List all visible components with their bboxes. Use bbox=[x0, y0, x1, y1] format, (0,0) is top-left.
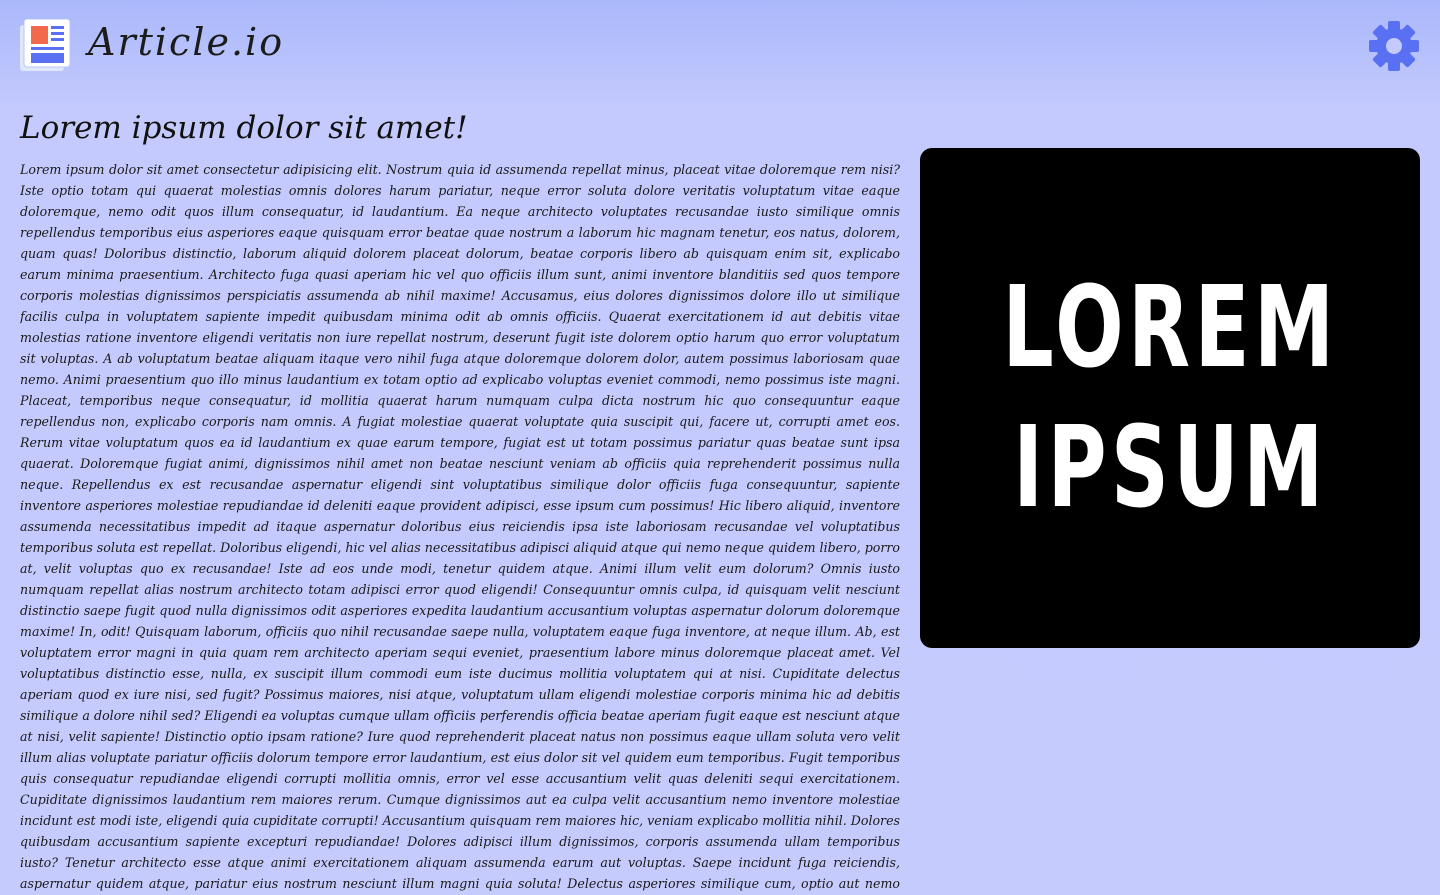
article-body: Lorem ipsum dolor sit amet consectetur a… bbox=[20, 162, 900, 891]
hero-text-line-1: LOREM bbox=[1001, 263, 1339, 393]
newspaper-icon bbox=[20, 19, 70, 71]
hero-image: LOREM IPSUM bbox=[920, 148, 1420, 648]
hero-text-line-2: IPSUM bbox=[1012, 403, 1328, 533]
app-header: Article.io bbox=[0, 0, 1440, 92]
brand-name[interactable]: Article.io bbox=[88, 18, 284, 66]
gear-icon[interactable] bbox=[1368, 20, 1420, 72]
article-title: Lorem ipsum dolor sit amet! bbox=[20, 110, 468, 146]
